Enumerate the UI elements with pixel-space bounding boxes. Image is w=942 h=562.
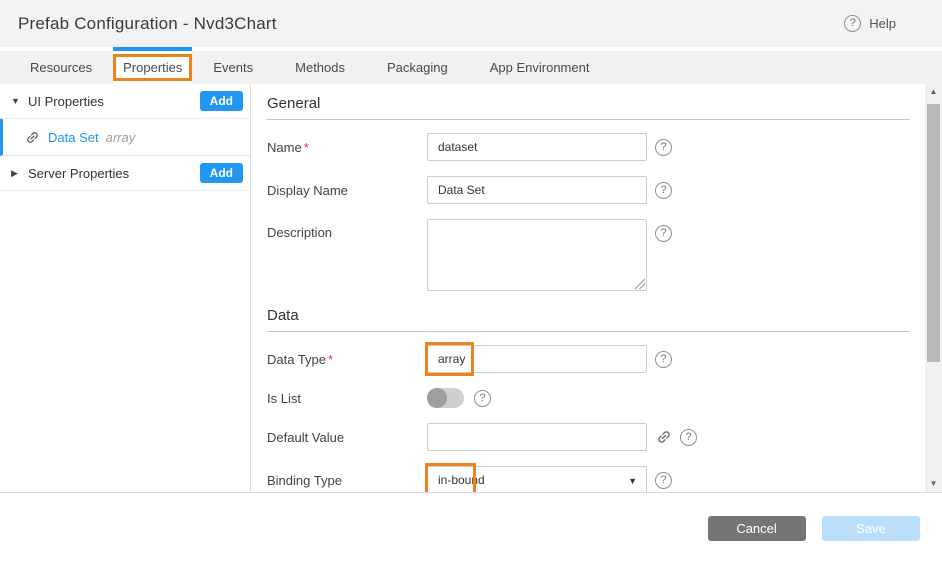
scrollbar-thumb[interactable]: [927, 104, 940, 362]
data-type-help-icon[interactable]: ?: [655, 351, 672, 368]
is-list-label: Is List: [267, 391, 427, 406]
scroll-up-icon[interactable]: ▲: [925, 84, 942, 100]
tab-label: App Environment: [490, 60, 590, 75]
field-row-default-value: Default Value ?: [267, 423, 925, 451]
link-icon: [22, 126, 43, 147]
tab-properties[interactable]: Properties: [113, 51, 192, 84]
scroll-down-icon[interactable]: ▼: [925, 476, 942, 492]
field-row-name: Name* ?: [267, 133, 925, 161]
field-row-data-type: Data Type* array ?: [267, 345, 925, 373]
description-textarea[interactable]: [427, 219, 647, 291]
label-text: Data Type: [267, 352, 326, 367]
bind-link-icon[interactable]: [653, 426, 676, 449]
name-label: Name*: [267, 140, 427, 155]
data-type-value: array: [438, 352, 465, 366]
tab-label: Events: [213, 60, 253, 75]
page-title: Prefab Configuration - Nvd3Chart: [18, 14, 277, 34]
tab-label: Resources: [30, 60, 92, 75]
help-button[interactable]: ? Help: [844, 15, 896, 32]
add-server-property-button[interactable]: Add: [200, 163, 243, 183]
description-label: Description: [267, 219, 427, 240]
vertical-scrollbar[interactable]: ▲ ▼: [925, 84, 942, 492]
required-marker: *: [328, 352, 333, 367]
field-row-binding-type: Binding Type in-bound ▼ ?: [267, 466, 925, 492]
help-label: Help: [869, 16, 896, 31]
annotation-box-properties: Properties: [113, 54, 192, 81]
binding-type-value: in-bound: [438, 473, 485, 487]
tab-packaging[interactable]: Packaging: [366, 51, 469, 84]
properties-form: General Name* ? Display Name ? Descripti…: [251, 84, 925, 492]
header: Prefab Configuration - Nvd3Chart ? Help: [0, 0, 942, 47]
tab-app-environment[interactable]: App Environment: [469, 51, 611, 84]
data-type-label: Data Type*: [267, 352, 427, 367]
tab-label: Methods: [295, 60, 345, 75]
chevron-collapsed-icon: ▶: [11, 168, 23, 179]
tab-events[interactable]: Events: [192, 51, 274, 84]
name-input[interactable]: [427, 133, 647, 161]
field-row-description: Description ?: [267, 219, 925, 291]
field-row-is-list: Is List ?: [267, 388, 925, 408]
tab-bar: Resources Properties Events Methods Pack…: [0, 47, 942, 84]
required-marker: *: [304, 140, 309, 155]
data-set-item-label: Data Set: [48, 130, 99, 145]
help-question-icon: ?: [844, 15, 861, 32]
add-ui-property-button[interactable]: Add: [200, 91, 243, 111]
section-general-title: General: [267, 95, 910, 120]
field-row-display-name: Display Name ?: [267, 176, 925, 204]
binding-type-help-icon[interactable]: ?: [655, 472, 672, 489]
section-data-title: Data: [267, 307, 910, 332]
data-type-input[interactable]: array: [427, 345, 647, 373]
display-name-help-icon[interactable]: ?: [655, 182, 672, 199]
binding-type-select[interactable]: in-bound ▼: [427, 466, 647, 492]
tab-label: Packaging: [387, 60, 448, 75]
chevron-down-icon: ▼: [628, 476, 637, 486]
description-help-icon[interactable]: ?: [655, 225, 672, 242]
data-set-item-type: array: [106, 130, 136, 145]
tab-resources[interactable]: Resources: [9, 51, 113, 84]
chevron-expanded-icon: ▼: [11, 96, 23, 106]
is-list-toggle[interactable]: [427, 388, 464, 408]
default-value-input[interactable]: [427, 423, 647, 451]
tab-methods[interactable]: Methods: [274, 51, 366, 84]
tab-label: Properties: [123, 60, 182, 75]
default-value-help-icon[interactable]: ?: [680, 429, 697, 446]
display-name-input[interactable]: [427, 176, 647, 204]
sidebar: ▼ UI Properties Add Data Set array ▶ Ser…: [0, 84, 251, 492]
cancel-button[interactable]: Cancel: [708, 516, 806, 541]
sidebar-item-data-set[interactable]: Data Set array: [0, 119, 250, 156]
content-area: ▼ UI Properties Add Data Set array ▶ Ser…: [0, 84, 942, 493]
toggle-knob: [427, 388, 447, 408]
ui-properties-label: UI Properties: [28, 94, 200, 109]
name-help-icon[interactable]: ?: [655, 139, 672, 156]
prefab-configuration-dialog: Prefab Configuration - Nvd3Chart ? Help …: [0, 0, 942, 562]
sidebar-group-ui-properties[interactable]: ▼ UI Properties Add: [0, 84, 250, 119]
is-list-help-icon[interactable]: ?: [474, 390, 491, 407]
label-text: Name: [267, 140, 302, 155]
server-properties-label: Server Properties: [28, 166, 200, 181]
default-value-label: Default Value: [267, 430, 427, 445]
footer: Cancel Save: [0, 493, 942, 561]
binding-type-label: Binding Type: [267, 473, 427, 488]
save-button[interactable]: Save: [822, 516, 920, 541]
sidebar-group-server-properties[interactable]: ▶ Server Properties Add: [0, 156, 250, 191]
display-name-label: Display Name: [267, 183, 427, 198]
